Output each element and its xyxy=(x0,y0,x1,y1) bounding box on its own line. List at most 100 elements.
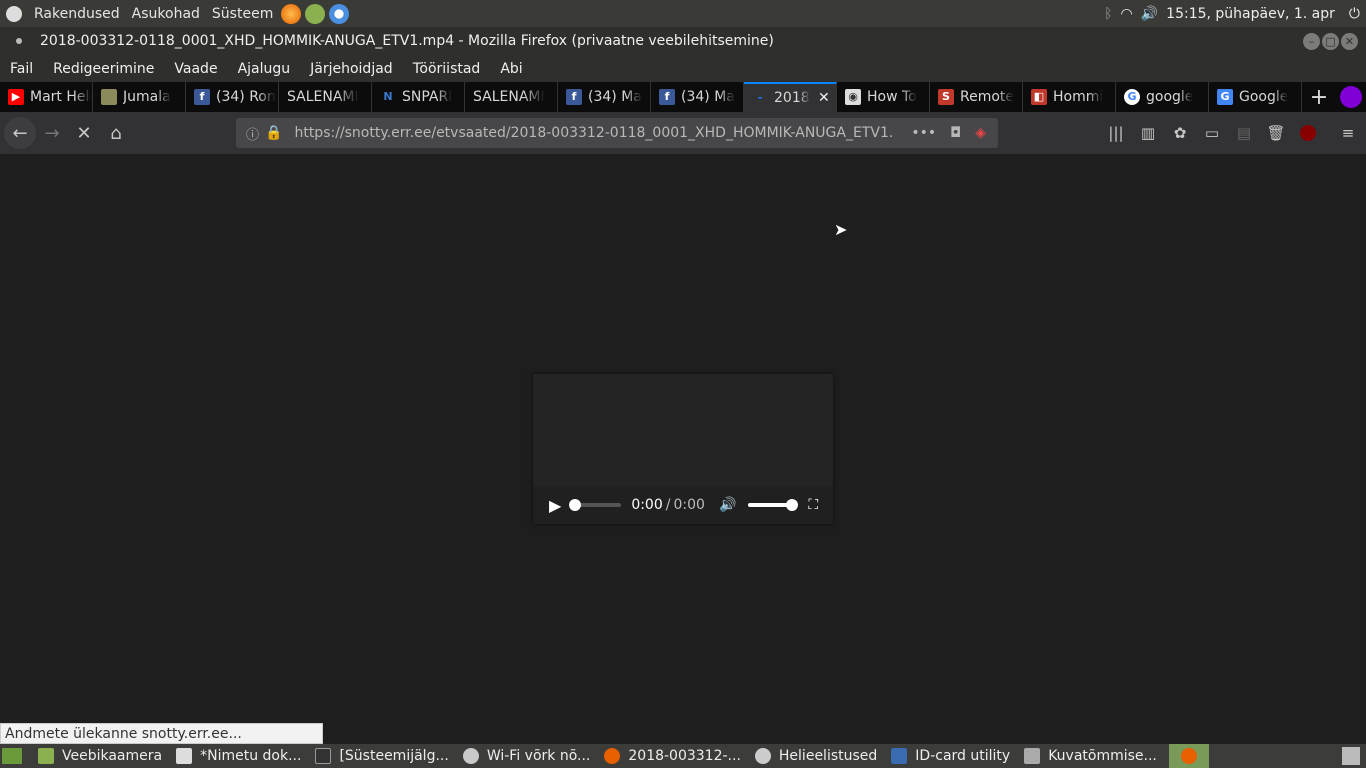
task-firefox-active[interactable] xyxy=(1168,744,1209,768)
menu-susteem[interactable]: Süsteem xyxy=(206,6,279,22)
firefox-launcher-icon[interactable] xyxy=(281,3,302,24)
menu-fail[interactable]: Fail xyxy=(0,61,43,77)
snp-icon: N xyxy=(383,90,393,103)
home-button[interactable]: ⌂ xyxy=(100,117,132,149)
ubuntu-logo-icon[interactable] xyxy=(6,5,22,22)
task-susteemijalgija[interactable]: [Süsteemijälg... xyxy=(307,744,454,768)
chromium-launcher-icon[interactable] xyxy=(329,3,350,24)
facebook-icon: f xyxy=(194,89,210,105)
url-bar[interactable]: ⓘ 🔒 https://snotty.err.ee/etvsaated/2018… xyxy=(236,118,998,148)
google-icon: G xyxy=(1124,89,1140,105)
reader-icon[interactable]: ▤ xyxy=(1228,117,1260,149)
tab-salenami[interactable]: SALENAMI xyxy=(279,82,372,112)
info-icon[interactable]: ⓘ xyxy=(246,124,259,143)
pocket-icon[interactable]: ◘ xyxy=(950,125,961,141)
forward-button[interactable]: → xyxy=(36,117,68,149)
task-label: Kuvatõmmise... xyxy=(1048,748,1157,764)
trash-icon[interactable]: 🗑 xyxy=(1260,117,1292,149)
menu-rakendused[interactable]: Rakendused xyxy=(28,6,126,22)
volume-icon[interactable]: 🔊 xyxy=(1141,6,1158,22)
color-extension-icon[interactable]: ✿ xyxy=(1164,117,1196,149)
progress-thumb[interactable] xyxy=(569,499,582,511)
tab-current-video[interactable]: -2018 ✕ xyxy=(744,82,837,112)
menu-tooriistad[interactable]: Tööriistad xyxy=(403,61,491,77)
tab-label: (34) Ma xyxy=(681,89,735,105)
window-menu-icon[interactable] xyxy=(16,38,22,44)
id-card-icon xyxy=(891,748,908,764)
task-firefox[interactable]: 2018-003312-... xyxy=(596,744,747,768)
bluetooth-icon[interactable]: ᛒ xyxy=(1104,6,1112,22)
task-helieelistused[interactable]: Helieelistused xyxy=(747,744,883,768)
task-wifi[interactable]: Wi-Fi võrk nõ... xyxy=(455,744,597,768)
audio-icon xyxy=(754,748,771,764)
video-player[interactable]: ▶ 0:00 / 0:00 🔊 ⛶ xyxy=(533,374,833,524)
tab-facebook-2[interactable]: f (34) Ma xyxy=(558,82,651,112)
stop-button[interactable]: ✕ xyxy=(68,117,100,149)
wifi-icon[interactable]: ◠ xyxy=(1121,6,1133,22)
task-id-card[interactable]: ID-card utility xyxy=(883,744,1016,768)
close-button[interactable]: ✕ xyxy=(1341,33,1358,50)
volume-slider[interactable] xyxy=(748,499,799,511)
power-icon[interactable]: ⏻ xyxy=(1349,6,1360,22)
tab-facebook-3[interactable]: f (34) Ma xyxy=(651,82,744,112)
video-controls: ▶ 0:00 / 0:00 🔊 ⛶ xyxy=(533,486,833,524)
menu-jarjehoidjad[interactable]: Järjehoidjad xyxy=(300,61,403,77)
tab-google-translate[interactable]: G Google xyxy=(1209,82,1302,112)
tab-remote[interactable]: S Remote xyxy=(930,82,1023,112)
task-nimetu-dok[interactable]: *Nimetu dok... xyxy=(168,744,307,768)
tab-label: (34) Ma xyxy=(588,89,642,105)
time-separator: / xyxy=(665,497,671,513)
task-label: Wi-Fi võrk nõ... xyxy=(486,748,591,764)
menu-bar: Fail Redigeerimine Vaade Ajalugu Järjeho… xyxy=(0,55,1366,82)
back-button[interactable]: ← xyxy=(4,117,36,149)
sidebar-icon[interactable]: ▥ xyxy=(1132,117,1164,149)
menu-redigeerimine[interactable]: Redigeerimine xyxy=(43,61,164,77)
system-tray: ᛒ ◠ 🔊 15:15, pühapäev, 1. apr ⏻ xyxy=(1104,0,1360,27)
tab-youtube[interactable]: ▶ Mart Helme xyxy=(0,82,93,112)
show-desktop-icon[interactable] xyxy=(2,748,22,764)
screenshot-icon[interactable]: ▭ xyxy=(1196,117,1228,149)
task-kuvatommise[interactable]: Kuvatõmmise... xyxy=(1016,744,1163,768)
new-tab-button[interactable]: + xyxy=(1302,82,1336,112)
close-tab-icon[interactable]: ✕ xyxy=(818,90,830,106)
tab-label: Hommi xyxy=(1053,89,1104,105)
key-icon xyxy=(462,748,479,764)
youtube-icon: ▶ xyxy=(8,89,24,105)
menu-abi[interactable]: Abi xyxy=(490,61,532,77)
ublock-icon[interactable] xyxy=(1292,117,1324,149)
tab-jumala[interactable]: Jumala xyxy=(93,82,186,112)
tab-snpari[interactable]: N SNPARI xyxy=(372,82,465,112)
tab-howto[interactable]: ◉ How To xyxy=(837,82,930,112)
minimize-button[interactable]: – xyxy=(1303,33,1320,50)
mute-button[interactable]: 🔊 xyxy=(719,497,736,513)
maximize-button[interactable]: □ xyxy=(1322,33,1339,50)
hamburger-menu-icon[interactable]: ≡ xyxy=(1332,117,1364,149)
trash-icon[interactable] xyxy=(1342,747,1360,765)
tab-hommik[interactable]: ◧ Hommi xyxy=(1023,82,1116,112)
menu-asukohad[interactable]: Asukohad xyxy=(126,6,206,22)
tab-label: SALENAMI xyxy=(473,89,545,105)
software-center-launcher-icon[interactable] xyxy=(305,3,326,24)
volume-thumb[interactable] xyxy=(786,499,799,511)
url-text[interactable]: https://snotty.err.ee/etvsaated/2018-003… xyxy=(294,125,894,141)
top-panel: Rakendused Asukohad Süsteem ᛒ ◠ 🔊 15:15,… xyxy=(0,0,1366,27)
clock[interactable]: 15:15, pühapäev, 1. apr xyxy=(1166,6,1335,22)
tab-strip: ▶Mart Helme Jumala f(34) Ron SALENAMI NS… xyxy=(0,82,1366,112)
lock-icon[interactable]: 🔒 xyxy=(265,125,282,141)
play-button[interactable]: ▶ xyxy=(549,496,561,515)
menu-ajalugu[interactable]: Ajalugu xyxy=(228,61,301,77)
progress-slider[interactable] xyxy=(569,499,622,511)
tab-facebook[interactable]: f (34) Ron xyxy=(186,82,279,112)
hommik-icon: ◧ xyxy=(1031,89,1047,105)
fullscreen-button[interactable]: ⛶ xyxy=(808,497,818,513)
page-actions-icon[interactable]: ••• xyxy=(911,125,936,141)
facebook-icon: f xyxy=(659,89,675,105)
camera-icon xyxy=(1024,748,1041,764)
library-icon[interactable]: ||| xyxy=(1100,117,1132,149)
tab-salenami-2[interactable]: SALENAMI xyxy=(465,82,558,112)
tab-google[interactable]: Ggoogle xyxy=(1116,82,1209,112)
extension-icon[interactable]: ◈ xyxy=(975,125,986,141)
tab-label: (34) Ron xyxy=(216,89,276,105)
task-veebikaamera[interactable]: Veebikaamera xyxy=(30,744,168,768)
menu-vaade[interactable]: Vaade xyxy=(164,61,227,77)
